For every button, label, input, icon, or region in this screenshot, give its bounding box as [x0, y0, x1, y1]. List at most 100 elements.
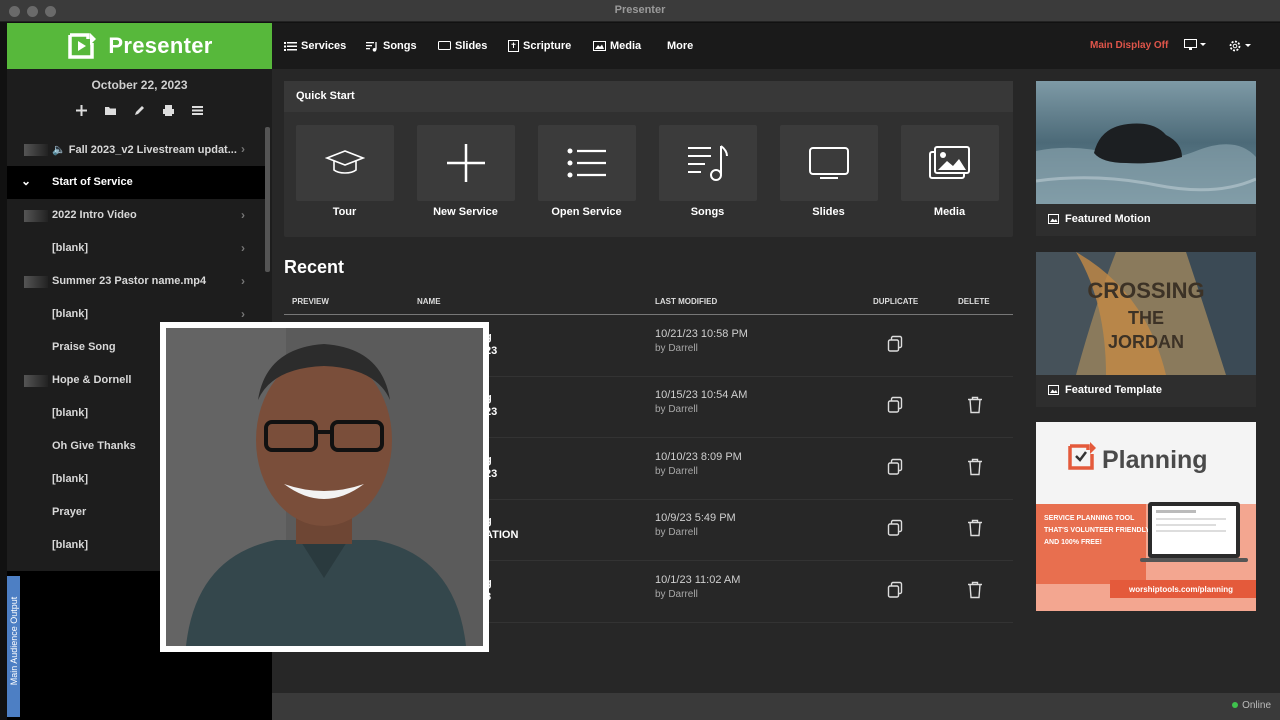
window-titlebar: Presenter — [0, 0, 1280, 22]
print-icon[interactable] — [162, 104, 175, 117]
list-icon — [284, 42, 297, 51]
featured-template-label: Featured Template — [1065, 384, 1162, 396]
sidebar-scrollbar[interactable] — [265, 127, 270, 272]
nav-media-label: Media — [610, 40, 642, 52]
tour-label: Tour — [332, 206, 357, 218]
planning-line-3: AND 100% FREE! — [1044, 539, 1102, 546]
service-item[interactable]: 2022 Intro Video › — [7, 199, 265, 232]
item-thumbnail — [24, 276, 48, 288]
service-item-label: [blank] — [52, 473, 89, 485]
planning-line-1: SERVICE PLANNING TOOL — [1044, 515, 1135, 522]
brand-name: Presenter — [108, 33, 213, 58]
duplicate-button[interactable] — [886, 396, 904, 419]
nav-slides[interactable]: Slides — [438, 40, 487, 52]
featured-motion-caption: Featured Motion — [1048, 213, 1151, 225]
plus-icon[interactable] — [75, 104, 88, 117]
presenter-video-overlay[interactable] — [160, 322, 489, 652]
trash-icon — [968, 458, 982, 476]
chevron-right-icon[interactable]: › — [241, 142, 245, 156]
service-item[interactable]: 🔈 Fall 2023_v2 Livestream updat... › — [7, 133, 265, 166]
featured-motion-card[interactable]: Featured Motion — [1035, 81, 1257, 236]
duplicate-button[interactable] — [886, 519, 904, 542]
service-item-label: 2022 Intro Video — [52, 209, 137, 221]
planning-line-2: THAT'S VOLUNTEER FRIENDLY — [1044, 527, 1150, 534]
table-header-divider — [284, 314, 1013, 315]
audience-output-label: Main Audience Output — [9, 596, 19, 686]
main-display-status[interactable]: Main Display Off — [1090, 40, 1168, 51]
nav-more-label: More — [667, 40, 694, 52]
planning-promo-card[interactable]: Planning SERVICE PLANNING TOOL THAT'S VO… — [1036, 422, 1256, 611]
list-icon[interactable] — [191, 104, 204, 117]
nav-media[interactable]: Media — [593, 40, 641, 52]
item-thumbnail — [24, 375, 48, 387]
image-icon — [929, 146, 970, 179]
item-thumbnail — [24, 210, 48, 222]
settings-menu-button[interactable] — [1228, 39, 1252, 53]
media-tile[interactable] — [901, 125, 999, 201]
main-audience-output-tab[interactable]: Main Audience Output — [7, 576, 20, 717]
folder-icon[interactable] — [104, 104, 117, 117]
duplicate-button[interactable] — [886, 581, 904, 604]
top-navigation: Services Songs Slides Scripture Media Mo… — [272, 23, 1280, 69]
col-preview[interactable]: PREVIEW — [292, 297, 329, 306]
service-section-header[interactable]: ⌄ Start of Service — [7, 166, 265, 199]
nav-scripture-label: Scripture — [523, 40, 572, 52]
delete-button[interactable] — [967, 396, 983, 419]
service-item-label: [blank] — [52, 242, 89, 254]
image-icon — [1048, 214, 1059, 224]
nav-scripture[interactable]: Scripture — [508, 40, 571, 52]
service-item[interactable]: Summer 23 Pastor name.mp4 › — [7, 265, 265, 298]
status-bar: Online — [272, 693, 1280, 720]
duplicate-button[interactable] — [886, 458, 904, 481]
graduation-cap-icon — [325, 150, 365, 174]
chevron-right-icon[interactable]: › — [241, 274, 245, 288]
last-modified-date: 10/1/23 11:02 AM — [655, 574, 741, 586]
nav-services[interactable]: Services — [284, 40, 346, 52]
duplicate-button[interactable] — [886, 335, 904, 358]
chevron-right-icon[interactable]: › — [241, 241, 245, 255]
nav-more[interactable]: More — [667, 40, 693, 52]
col-duplicate: DUPLICATE — [873, 297, 919, 306]
display-icon — [1184, 39, 1206, 50]
modified-by: by Darrell — [655, 527, 698, 538]
monitor-icon — [809, 147, 849, 179]
open-service-label: Open Service — [551, 206, 622, 218]
songs-tile[interactable] — [659, 125, 757, 201]
chevron-right-icon[interactable]: › — [241, 307, 245, 321]
last-modified-date: 10/15/23 10:54 AM — [655, 389, 748, 401]
featured-template-card[interactable]: CROSSING THE JORDAN Featured Template — [1036, 252, 1256, 407]
featured-motion-label: Featured Motion — [1065, 213, 1151, 225]
planning-url: worshiptools.com/planning — [1128, 585, 1233, 594]
chevron-right-icon[interactable]: › — [241, 208, 245, 222]
open-service-tile[interactable] — [538, 125, 636, 201]
monitor-icon — [438, 41, 451, 50]
last-modified-date: 10/9/23 5:49 PM — [655, 512, 736, 524]
modified-by: by Darrell — [655, 343, 698, 354]
service-date: October 22, 2023 — [91, 78, 188, 92]
pencil-icon[interactable] — [133, 104, 146, 117]
nav-songs[interactable]: Songs — [366, 40, 417, 52]
image-icon — [593, 41, 606, 51]
delete-button[interactable] — [967, 519, 983, 542]
last-modified-date: 10/10/23 8:09 PM — [655, 451, 742, 463]
delete-button[interactable] — [967, 581, 983, 604]
delete-button[interactable] — [967, 458, 983, 481]
tour-tile[interactable] — [296, 125, 394, 201]
col-last-modified[interactable]: LAST MODIFIED — [655, 297, 717, 306]
copy-icon — [887, 458, 903, 475]
list-icon — [567, 148, 606, 178]
nav-slides-label: Slides — [455, 40, 488, 52]
image-icon — [1048, 385, 1059, 395]
new-service-tile[interactable] — [417, 125, 515, 201]
chevron-down-icon[interactable]: ⌄ — [21, 174, 31, 188]
music-icon — [366, 41, 377, 52]
template-title-line-2: THE — [1128, 308, 1164, 328]
col-name[interactable]: NAME — [417, 297, 441, 306]
window-title: Presenter — [614, 4, 666, 16]
slides-tile[interactable] — [780, 125, 878, 201]
display-menu-button[interactable] — [1184, 39, 1206, 51]
music-icon — [688, 145, 728, 181]
service-item[interactable]: [blank] › — [7, 232, 265, 265]
planning-logo-text: Planning — [1102, 446, 1208, 474]
nav-songs-label: Songs — [383, 40, 417, 52]
